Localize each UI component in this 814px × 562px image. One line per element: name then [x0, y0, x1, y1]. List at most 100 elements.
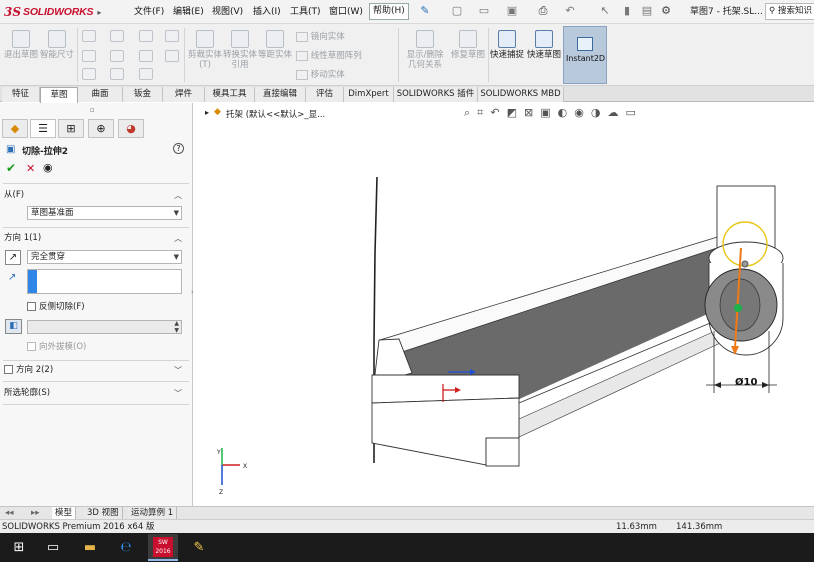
line-icon[interactable] [82, 30, 96, 42]
checkbox-box [27, 302, 36, 311]
menu-file[interactable]: 文件(F) [134, 0, 164, 24]
menu-view[interactable]: 视图(V) [212, 0, 243, 24]
from-select[interactable]: 草图基准面 ▼ [27, 206, 182, 220]
mirror-entities-label: 镜向实体 [310, 32, 345, 42]
flip-side-label: 反侧切除(F) [39, 302, 85, 312]
reverse-direction-icon[interactable]: ↗ [5, 250, 21, 265]
mirror-entities-button[interactable]: 镜向实体 [296, 30, 345, 42]
smart-dimension-button[interactable]: 智能尺寸 [40, 30, 74, 60]
preview-eye-icon[interactable]: ◉ [43, 161, 53, 174]
options-gear-icon[interactable]: ⚙ [659, 4, 673, 18]
direction-vector-field[interactable] [27, 269, 182, 294]
tab-surfaces[interactable]: 曲面 [78, 87, 123, 102]
command-manager-tabs: 特征 草图 曲面 钣金 焊件 模具工具 直接编辑 评估 DimXpert SOL… [0, 86, 814, 103]
convert-entities-button[interactable]: 转换实体引用 [223, 30, 257, 70]
draft-angle-spinner[interactable]: ▲ ▼ [27, 320, 182, 334]
print-icon[interactable]: ⎙ [536, 4, 550, 18]
undo-icon[interactable]: ↶ [563, 4, 577, 18]
file-explorer-icon[interactable]: ▬ [77, 536, 103, 559]
windows-start-icon[interactable]: ⊞ [6, 536, 32, 559]
menu-tools[interactable]: 工具(T) [290, 0, 321, 24]
dropdown-arrow-icon: ▼ [173, 209, 179, 217]
tab-solidworks-addins[interactable]: SOLIDWORKS 插件 [394, 87, 478, 102]
draft-outward-label: 向外拔模(O) [39, 342, 87, 352]
open-icon[interactable]: ▭ [477, 4, 491, 18]
plane-icon[interactable] [165, 50, 179, 62]
tab-evaluate[interactable]: 评估 [306, 87, 344, 102]
edge-browser-icon[interactable]: ℮ [113, 536, 139, 559]
rapid-sketch-button[interactable]: 快速草图 [527, 30, 561, 60]
feature-tree-icon: ◆ [10, 122, 20, 135]
from-section-header[interactable]: 从(F) ︿ [4, 188, 188, 203]
scroll-first-icon[interactable]: ◂◂ [2, 507, 17, 519]
configuration-icon: ⊞ [66, 122, 76, 135]
polygon-icon[interactable] [110, 50, 124, 62]
tab-sketch[interactable]: 草图 [40, 87, 78, 103]
tab-feature-manager[interactable]: ◆ [2, 119, 28, 138]
quick-snaps-button[interactable]: 快速捕捉 [490, 30, 524, 60]
tab-model[interactable]: 模型 [52, 507, 77, 519]
spline-icon[interactable] [139, 30, 153, 42]
panel-collapse-dot[interactable]: ▫ [90, 106, 95, 114]
move-entities-button[interactable]: 移动实体 [296, 68, 345, 80]
slot-icon[interactable] [82, 68, 96, 80]
display-relations-icon [416, 30, 434, 48]
help-icon[interactable]: ? [173, 143, 184, 154]
tab-display-manager[interactable]: ◕ [118, 119, 144, 138]
task-view-icon[interactable]: ▭ [40, 536, 66, 559]
offset-entities-button[interactable]: 等距实体 [258, 30, 292, 60]
flip-side-checkbox[interactable]: 反侧切除(F) [27, 300, 85, 312]
menu-window[interactable]: 窗口(W) [329, 0, 363, 24]
tab-3d-views[interactable]: 3D 视图 [84, 507, 123, 519]
display-relations-button[interactable]: 显示/删除几何关系 [403, 30, 447, 70]
end-condition-select[interactable]: 完全贯穿 ▼ [27, 250, 182, 264]
new-document-icon[interactable]: ▢ [450, 4, 464, 18]
tab-dimxpert-manager[interactable]: ⊕ [88, 119, 114, 138]
repair-sketch-button[interactable]: 修复草图 [451, 30, 485, 60]
trim-entities-button[interactable]: 剪裁实体(T) [188, 30, 222, 70]
point-icon[interactable] [139, 50, 153, 62]
exit-sketch-button[interactable]: 退出草图 [4, 30, 38, 60]
tab-direct-editing[interactable]: 直接编辑 [255, 87, 306, 102]
dimension-text: Ø10 [735, 376, 757, 388]
select-icon[interactable]: ↖ [598, 4, 612, 18]
tab-features[interactable]: 特征 [2, 87, 40, 102]
draft-icon[interactable]: ◧ [5, 319, 22, 334]
direction2-section-header[interactable]: 方向 2(2) ﹀ [4, 363, 188, 378]
menu-edit[interactable]: 编辑(E) [173, 0, 204, 24]
graphics-area[interactable]: ▸ ◆ 托架 (默认<<默认>_显... ⌕ ⌗ ↶ ◩ ⊠ ▣ ◐ ◉ ◑ ☁… [194, 103, 814, 506]
rectangle-icon[interactable] [82, 50, 96, 62]
solidworks-logo[interactable]: 3S SOLIDWORKS ▸ [4, 3, 112, 21]
pin-icon[interactable]: ✎ [418, 4, 432, 18]
linear-pattern-button[interactable]: 线性草图阵列 [296, 49, 362, 61]
paint-app-icon[interactable]: ✎ [186, 536, 212, 559]
tab-weldments[interactable]: 焊件 [163, 87, 205, 102]
selected-contours-section-header[interactable]: 所选轮廓(S) ﹀ [4, 386, 188, 401]
property-manager-panel: ▫ ◆ ☰ ⊞ ⊕ ◕ ▣ 切除-拉伸2 ? ✔ ✕ ◉ 从(F) ︿ 草图基准… [0, 103, 194, 506]
text-icon[interactable] [165, 30, 179, 42]
tab-dimxpert[interactable]: DimXpert [344, 87, 394, 102]
file-properties-icon[interactable]: ▤ [640, 4, 654, 18]
scroll-next-icon[interactable]: ▸▸ [28, 507, 43, 519]
direction2-checkbox[interactable] [4, 365, 13, 374]
menu-insert[interactable]: 插入(I) [253, 0, 281, 24]
menu-help[interactable]: 帮助(H) [369, 3, 409, 20]
tab-mold-tools[interactable]: 模具工具 [205, 87, 255, 102]
fillet-icon[interactable] [110, 68, 124, 80]
circle-icon[interactable] [110, 30, 124, 42]
solidworks-taskbar-button[interactable]: SW 2016 [148, 534, 178, 561]
instant2d-button[interactable]: Instant2D [563, 26, 607, 84]
save-icon[interactable]: ▣ [505, 4, 519, 18]
draft-outward-checkbox[interactable]: 向外拔模(O) [27, 340, 86, 352]
cancel-x-icon[interactable]: ✕ [26, 162, 35, 175]
tab-solidworks-mbd[interactable]: SOLIDWORKS MBD [478, 87, 564, 102]
arc-icon[interactable] [139, 68, 153, 80]
tab-configuration-manager[interactable]: ⊞ [58, 119, 84, 138]
ok-check-icon[interactable]: ✔ [6, 161, 16, 175]
search-box[interactable]: ⚲ 搜索知识 [765, 3, 814, 20]
tab-sheet-metal[interactable]: 钣金 [123, 87, 163, 102]
tab-motion-study[interactable]: 运动算例 1 [128, 507, 178, 519]
direction1-section-header[interactable]: 方向 1(1) ︿ [4, 231, 188, 246]
tab-property-manager[interactable]: ☰ [30, 119, 56, 138]
rebuild-icon[interactable]: ▮ [620, 4, 634, 18]
